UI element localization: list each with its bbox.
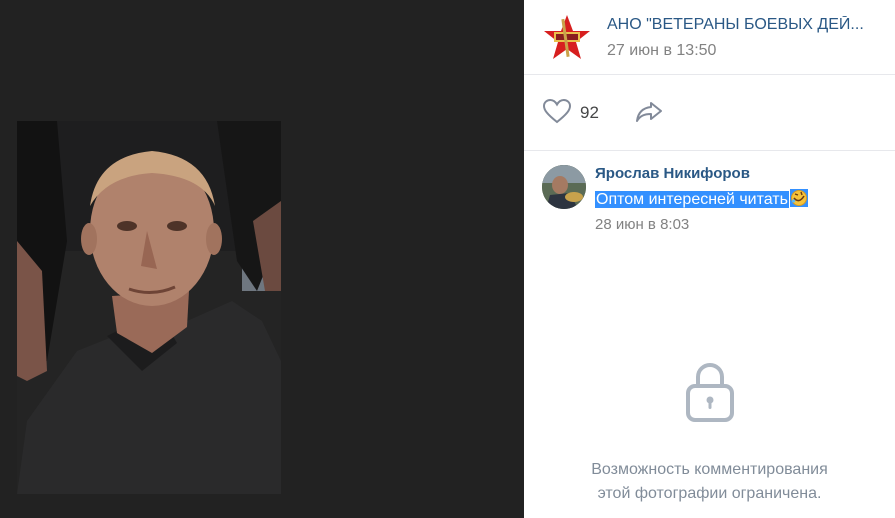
- post-side-panel: АНО "ВЕТЕРАНЫ БОЕВЫХ ДЕЙ... 27 июн в 13:…: [524, 0, 895, 518]
- like-button[interactable]: 92: [542, 98, 599, 128]
- share-arrow-icon: [634, 102, 664, 129]
- group-name-link[interactable]: АНО "ВЕТЕРАНЫ БОЕВЫХ ДЕЙ...: [607, 16, 882, 34]
- post-photo[interactable]: [17, 121, 281, 494]
- rolling-on-floor-laughing-emoji-icon: [789, 189, 808, 207]
- heart-icon: [542, 98, 572, 129]
- comment-text: Оптом интересней читать: [595, 189, 808, 209]
- avatar[interactable]: [542, 165, 586, 209]
- comment-author-link[interactable]: Ярослав Никифоров: [595, 165, 750, 182]
- comment-text-content: Оптом интересней читать: [595, 191, 789, 208]
- red-star-emblem-icon[interactable]: [542, 13, 592, 63]
- post-header: АНО "ВЕТЕРАНЫ БОЕВЫХ ДЕЙ... 27 июн в 13:…: [524, 0, 895, 75]
- lock-icon: [685, 362, 734, 422]
- restricted-message: Возможность комментирования этой фотогра…: [524, 458, 895, 506]
- like-count: 92: [580, 103, 599, 122]
- restricted-message-line-1: Возможность комментирования: [591, 461, 828, 478]
- photo-image: [17, 121, 281, 494]
- comment-date[interactable]: 28 июн в 8:03: [595, 216, 689, 233]
- photo-viewer: [0, 0, 524, 518]
- post-actions: 92: [524, 75, 895, 151]
- post-date[interactable]: 27 июн в 13:50: [607, 42, 716, 60]
- share-button[interactable]: [634, 99, 664, 130]
- restricted-message-line-2: этой фотографии ограничена.: [597, 485, 822, 502]
- comments-restricted-notice: Возможность комментирования этой фотогра…: [524, 360, 895, 506]
